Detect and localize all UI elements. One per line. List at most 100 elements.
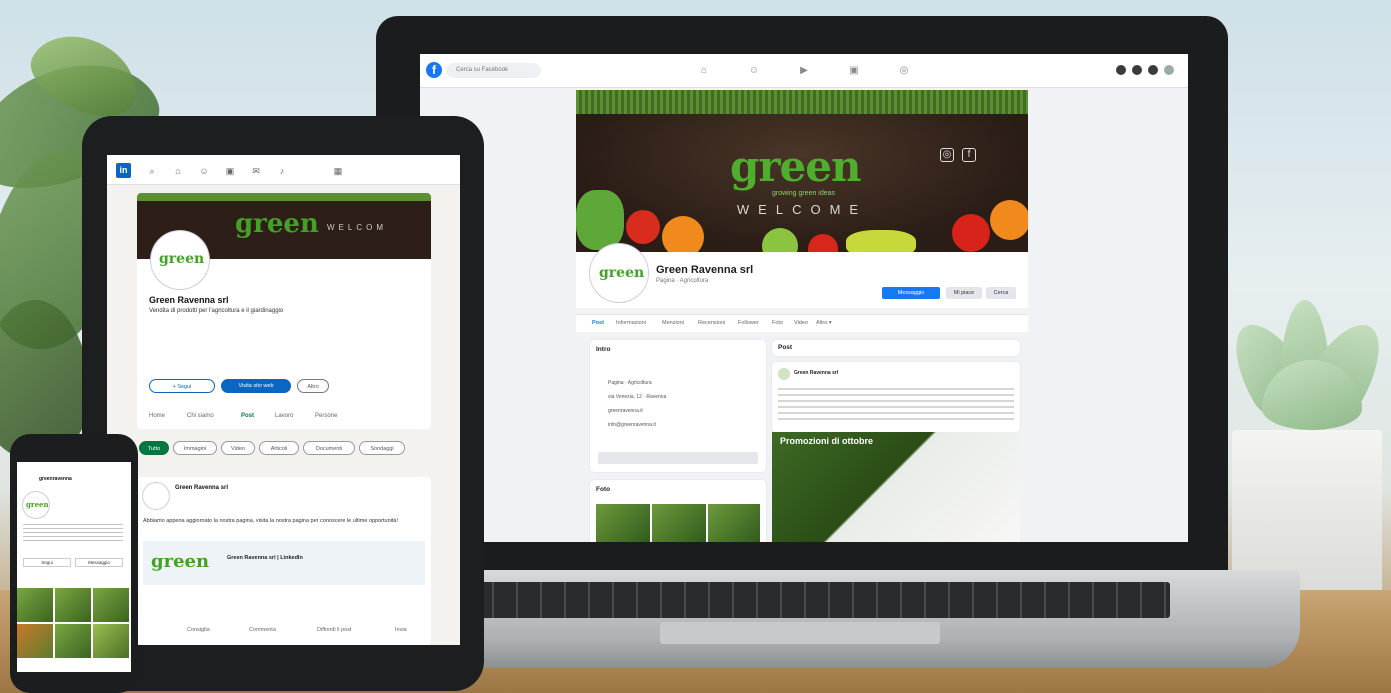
- tab-people[interactable]: Persone: [315, 413, 337, 419]
- groups-icon[interactable]: ◎: [898, 65, 910, 77]
- cover-photo: green growing green ideas WELCOME ◎ f: [576, 90, 1028, 252]
- visit-website-button[interactable]: Visita sito web: [221, 379, 291, 393]
- link-preview[interactable]: green Green Ravenna srl | LinkedIn: [143, 541, 425, 585]
- tab-followers[interactable]: Follower: [738, 320, 759, 326]
- post-card: Green Ravenna srl: [772, 362, 1020, 432]
- profile-avatar[interactable]: green: [23, 492, 49, 518]
- tab-photos[interactable]: Foto: [772, 320, 783, 326]
- tab-info[interactable]: Informazioni: [616, 320, 646, 326]
- tab-post[interactable]: Post: [592, 320, 604, 326]
- company-description: Vendita di prodotti per l'agricoltura e …: [149, 308, 284, 314]
- photo-thumbnail[interactable]: [652, 504, 706, 542]
- linkedin-logo-icon[interactable]: in: [116, 163, 131, 178]
- tab-more[interactable]: Altro ▾: [816, 320, 832, 326]
- facebook-page-screen: f Cerca su Facebook ⌂ ☺ ▶ ▣ ◎ green grow…: [420, 54, 1188, 542]
- edit-details-button[interactable]: [598, 452, 758, 464]
- post-image[interactable]: [772, 432, 1020, 542]
- post-author[interactable]: Green Ravenna srl: [794, 370, 838, 376]
- photos-card: Foto: [590, 480, 766, 542]
- tomato-fruit: [808, 234, 838, 252]
- intro-line: via Venezia, 12 · Ravenna: [608, 394, 667, 400]
- company-avatar[interactable]: green: [151, 231, 209, 289]
- post-text: Abbiamo appena aggiornato la nostra pagi…: [143, 518, 398, 524]
- menu-icon[interactable]: [1116, 65, 1126, 75]
- company-name: Green Ravenna srl: [149, 295, 229, 305]
- intro-line[interactable]: info@greenravenna.it: [608, 422, 656, 428]
- notifications-icon[interactable]: [1148, 65, 1158, 75]
- friends-icon[interactable]: ☺: [748, 65, 760, 77]
- avatar-brand-logo: green: [26, 500, 49, 509]
- network-icon[interactable]: ☺: [199, 166, 209, 176]
- like-button[interactable]: Mi piace: [946, 287, 982, 299]
- cover-welcome-text: WELCOM: [327, 223, 387, 232]
- filter-chip[interactable]: Articoli: [259, 441, 299, 455]
- message-button[interactable]: Messaggio: [882, 287, 940, 299]
- search-page-button[interactable]: Cerca: [986, 287, 1016, 299]
- watch-icon[interactable]: ▶: [798, 65, 810, 77]
- apple-fruit: [762, 228, 798, 252]
- post-thumbnail[interactable]: [17, 588, 53, 622]
- page-name: Green Ravenna srl: [656, 264, 754, 276]
- send-action[interactable]: Invia: [395, 627, 407, 633]
- like-action[interactable]: Consiglia: [187, 627, 210, 633]
- notifications-icon[interactable]: ♪: [277, 166, 287, 176]
- filter-chip[interactable]: Sondaggi: [359, 441, 405, 455]
- facebook-topbar: f Cerca su Facebook ⌂ ☺ ▶ ▣ ◎: [420, 54, 1188, 88]
- page-tabs: Post Informazioni Menzioni Recensioni Fo…: [576, 314, 1028, 332]
- instagram-profile-screen: greenravenna green Segui Messaggio: [17, 462, 131, 672]
- laptop-keyboard: [470, 582, 1170, 618]
- post-thumbnail[interactable]: [55, 624, 91, 658]
- messaging-icon[interactable]: ✉: [251, 166, 261, 176]
- photo-thumbnail[interactable]: [708, 504, 760, 542]
- photos-title: Foto: [596, 486, 611, 493]
- posts-header-card: Post: [772, 340, 1020, 356]
- page-avatar[interactable]: green: [590, 244, 648, 302]
- facebook-icon: f: [962, 148, 976, 162]
- link-preview-title: Green Ravenna srl | LinkedIn: [227, 555, 303, 561]
- home-icon[interactable]: ⌂: [173, 166, 183, 176]
- bio-lines: [23, 524, 123, 544]
- post-thumbnail[interactable]: [93, 624, 129, 658]
- linkedin-topbar: in ⌕ ⌂ ☺ ▣ ✉ ♪ ▦: [107, 155, 460, 185]
- work-icon[interactable]: ▦: [333, 166, 343, 176]
- cover-brand-tagline: growing green ideas: [772, 190, 836, 197]
- instagram-icon: ◎: [940, 148, 954, 162]
- filter-chip[interactable]: Documenti: [303, 441, 355, 455]
- tab-mentions[interactable]: Menzioni: [662, 320, 684, 326]
- comment-action[interactable]: Commenta: [249, 627, 276, 633]
- post-author-avatar[interactable]: [778, 368, 790, 380]
- jobs-icon[interactable]: ▣: [225, 166, 235, 176]
- intro-line[interactable]: greenravenna.it: [608, 408, 643, 414]
- post-author-avatar[interactable]: [143, 483, 169, 509]
- search-icon[interactable]: ⌕: [147, 166, 157, 176]
- more-button[interactable]: Altro: [297, 379, 329, 393]
- post-thumbnail[interactable]: [17, 624, 53, 658]
- filter-chip[interactable]: Video: [221, 441, 255, 455]
- tab-about[interactable]: Chi siamo: [187, 413, 214, 419]
- messenger-icon[interactable]: [1132, 65, 1142, 75]
- follow-button[interactable]: Segui: [23, 558, 71, 567]
- message-button[interactable]: Messaggio: [75, 558, 123, 567]
- facebook-logo-icon[interactable]: f: [426, 62, 442, 78]
- photo-thumbnail[interactable]: [596, 504, 650, 542]
- tab-posts[interactable]: Post: [241, 413, 254, 419]
- tab-jobs[interactable]: Lavoro: [275, 413, 293, 419]
- tab-reviews[interactable]: Recensioni: [698, 320, 725, 326]
- marketplace-icon[interactable]: ▣: [848, 65, 860, 77]
- cover-brand-logo: green: [730, 142, 861, 191]
- cover-brand-logo: green: [235, 209, 319, 239]
- account-icon[interactable]: [1164, 65, 1174, 75]
- orange-fruit: [990, 200, 1028, 240]
- filter-chip-all[interactable]: Tutto: [139, 441, 169, 455]
- post-author[interactable]: Green Ravenna srl: [175, 485, 228, 491]
- page-meta: Pagina · Agricoltura: [656, 278, 709, 284]
- search-input[interactable]: Cerca su Facebook: [446, 63, 541, 78]
- post-thumbnail[interactable]: [93, 588, 129, 622]
- follow-button[interactable]: + Segui: [149, 379, 215, 393]
- filter-chip[interactable]: Immagini: [173, 441, 217, 455]
- tab-videos[interactable]: Video: [794, 320, 808, 326]
- share-action[interactable]: Diffondi il post: [317, 627, 351, 633]
- home-icon[interactable]: ⌂: [698, 65, 710, 77]
- tab-home[interactable]: Home: [149, 413, 165, 419]
- post-thumbnail[interactable]: [55, 588, 91, 622]
